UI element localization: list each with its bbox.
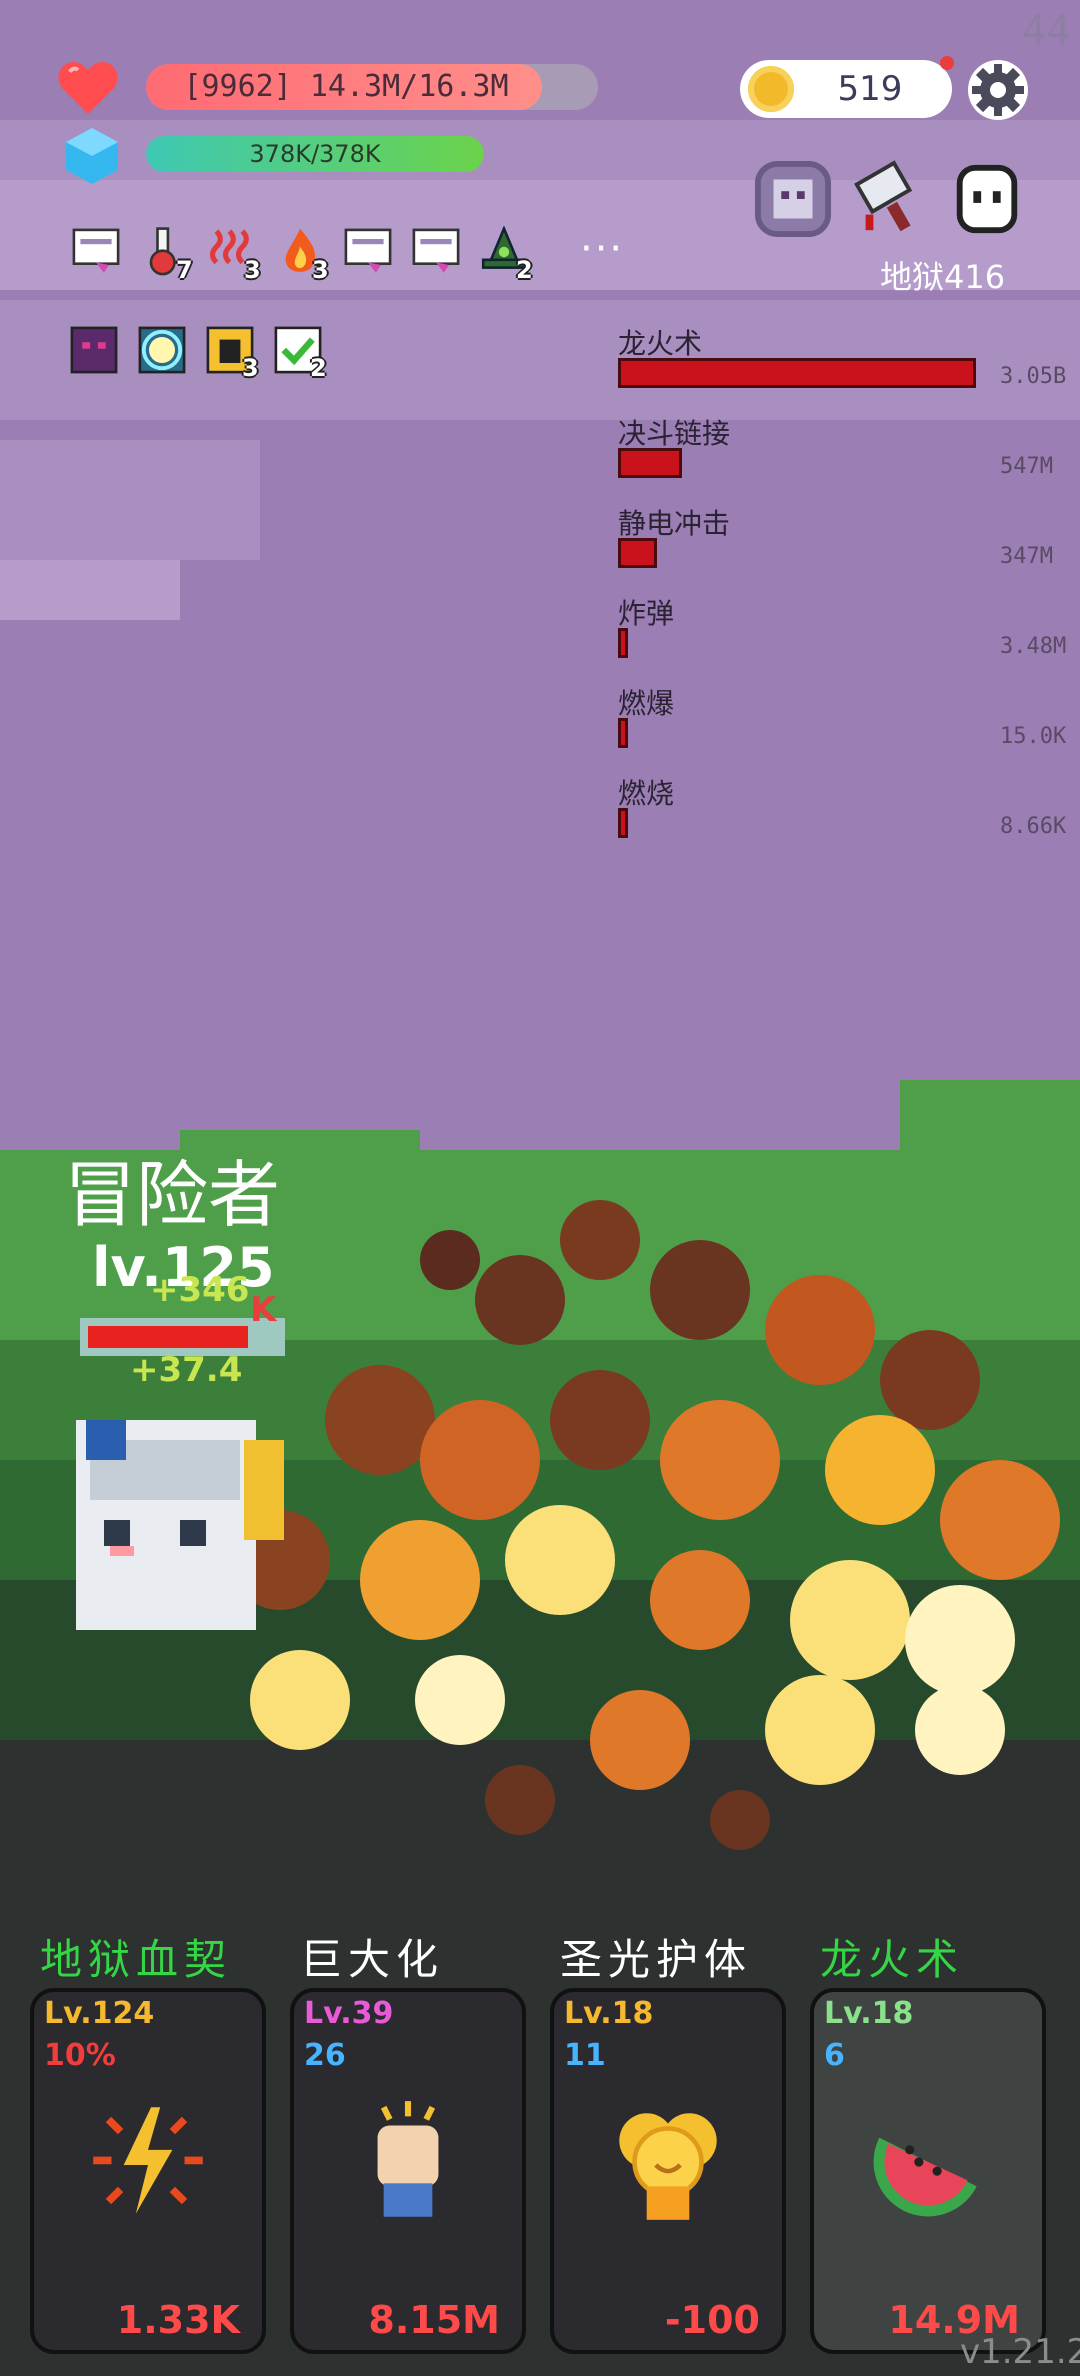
- more-buffs-button[interactable]: ···: [580, 226, 624, 272]
- buff-count: 3: [312, 256, 329, 284]
- skill-value: 26: [304, 2038, 346, 2073]
- skill-title: 巨大化: [300, 1935, 445, 1984]
- damage-value: 3.05B: [1000, 364, 1067, 389]
- floating-damage: K: [250, 1290, 277, 1330]
- damage-skill-name: 静电冲击: [618, 507, 731, 540]
- damage-skill-name: 龙火术: [618, 327, 703, 360]
- watermelon-icon: [873, 2137, 977, 2217]
- damage-bar: [618, 538, 658, 568]
- skill-title: 圣光护体: [560, 1935, 753, 1984]
- buff-count: 3: [242, 354, 259, 382]
- buff-count: 2: [310, 354, 327, 382]
- golden-shield-icon: [619, 2113, 717, 2220]
- buff-count: 2: [516, 256, 533, 284]
- ghost-portrait-icon[interactable]: [754, 160, 832, 238]
- skill-title: 地狱血契: [40, 1935, 233, 1984]
- gear-icon[interactable]: [966, 58, 1030, 122]
- skill-level: Lv.18: [824, 1996, 914, 2031]
- skill-value: 10%: [44, 2038, 116, 2073]
- floating-heal-1: +346: [150, 1270, 250, 1310]
- damage-value: 8.66K: [1000, 814, 1067, 839]
- scroll-icon[interactable]: [410, 226, 462, 278]
- skill-level: Lv.124: [44, 1996, 155, 2031]
- damage-skill-name: 燃烧: [618, 777, 675, 810]
- damage-skill-name: 燃爆: [618, 687, 675, 720]
- white-ghost-icon[interactable]: [948, 160, 1026, 238]
- scroll-icon[interactable]: [342, 226, 394, 278]
- skill-value: 6: [824, 2038, 845, 2073]
- damage-value: 3.48M: [1000, 634, 1067, 659]
- notification-dot: [940, 56, 954, 70]
- damage-value: 15.0K: [1000, 724, 1067, 749]
- skill-cost: 8.15M: [368, 2298, 500, 2342]
- skill-cost: 1.33K: [116, 2298, 240, 2342]
- fps-counter: 44: [1022, 8, 1071, 54]
- floating-heal-2: +37.4: [130, 1350, 243, 1390]
- light-orb-icon[interactable]: [136, 324, 188, 376]
- damage-skill-name: 炸弹: [618, 597, 675, 630]
- coin-icon: [748, 66, 794, 112]
- damage-bar: [618, 718, 628, 748]
- damage-bar: [618, 448, 683, 478]
- character-hp-fill: [88, 1326, 248, 1348]
- skill-title: 龙火术: [820, 1935, 965, 1984]
- skill-level: Lv.18: [564, 1996, 654, 2031]
- scroll-icon[interactable]: [70, 226, 122, 278]
- damage-value: 547M: [1000, 454, 1053, 479]
- skill-value: 11: [564, 2038, 606, 2073]
- damage-value: 347M: [1000, 544, 1053, 569]
- skill-level: Lv.39: [304, 1996, 394, 2031]
- demon-icon[interactable]: [68, 324, 120, 376]
- crystal-icon: [66, 128, 118, 184]
- character-name: 冒险者: [64, 1153, 281, 1237]
- hp-text: [9962] 14.3M/16.3M: [183, 69, 509, 104]
- damage-skill-name: 决斗链接: [618, 417, 731, 450]
- buff-count: 7: [176, 256, 193, 284]
- heart-icon: [58, 62, 118, 114]
- cleaver-icon[interactable]: [850, 160, 928, 238]
- damage-bar: [618, 808, 628, 838]
- skill-cost: -100: [664, 2298, 760, 2342]
- raised-fist-icon: [377, 2101, 439, 2217]
- mp-text: 378K/378K: [249, 140, 381, 168]
- buff-count: 3: [244, 256, 261, 284]
- coin-amount: 519: [837, 69, 903, 109]
- damage-bar: [618, 358, 976, 388]
- damage-bar: [618, 628, 628, 658]
- version-label: v1.21.2: [960, 2332, 1080, 2372]
- stage-label: 地狱416: [880, 258, 1006, 296]
- lightning-burst-icon: [93, 2107, 203, 2214]
